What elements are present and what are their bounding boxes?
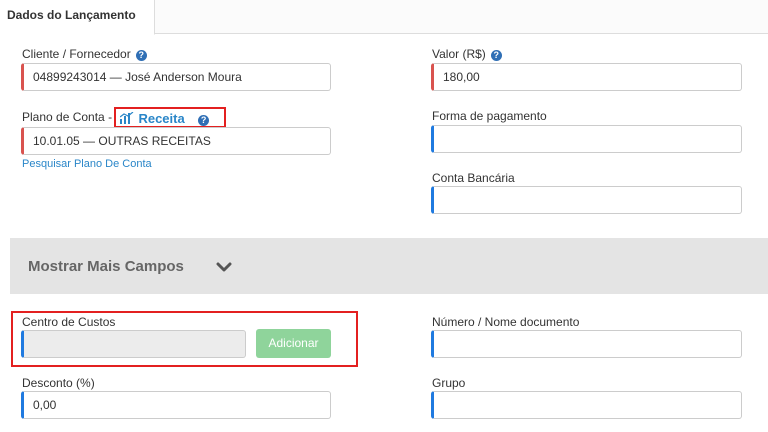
plano-label-text: Plano de Conta - bbox=[22, 110, 113, 124]
grupo-select[interactable] bbox=[431, 391, 742, 419]
centro-custos-label: Centro de Custos bbox=[22, 315, 116, 329]
plano-label: Plano de Conta - bbox=[22, 110, 112, 124]
cliente-label: Cliente / Fornecedor? bbox=[22, 47, 147, 61]
pesquisar-plano-link[interactable]: Pesquisar Plano De Conta bbox=[22, 158, 152, 170]
help-icon[interactable]: ? bbox=[198, 115, 210, 126]
valor-label-text: Valor (R$) bbox=[432, 47, 486, 61]
plano-input[interactable]: 10.01.05 — OUTRAS RECEITAS bbox=[21, 127, 331, 155]
mostrar-mais-campos-label: Mostrar Mais Campos bbox=[28, 258, 184, 275]
numero-documento-input[interactable] bbox=[431, 330, 742, 358]
receita-tag: Receita ? bbox=[119, 110, 210, 128]
forma-pagamento-label: Forma de pagamento bbox=[432, 109, 547, 123]
desconto-label: Desconto (%) bbox=[22, 376, 95, 390]
help-icon[interactable]: ? bbox=[135, 50, 147, 61]
cliente-input[interactable]: 04899243014 — José Anderson Moura bbox=[21, 63, 331, 91]
grupo-label: Grupo bbox=[432, 376, 466, 390]
cliente-label-text: Cliente / Fornecedor bbox=[22, 47, 131, 61]
centro-custos-input[interactable] bbox=[21, 330, 246, 358]
tab-dados-lancamento[interactable]: Dados do Lançamento bbox=[0, 0, 155, 35]
receita-type-label: Receita bbox=[138, 111, 185, 126]
conta-bancaria-label: Conta Bancária bbox=[432, 171, 515, 185]
help-icon[interactable]: ? bbox=[490, 50, 502, 61]
valor-input[interactable]: 180,00 bbox=[431, 63, 742, 91]
chevron-down-icon bbox=[216, 262, 232, 272]
chart-bars-icon bbox=[119, 111, 134, 124]
desconto-input[interactable]: 0,00 bbox=[21, 391, 331, 419]
conta-bancaria-select[interactable] bbox=[431, 186, 742, 214]
valor-label: Valor (R$)? bbox=[432, 47, 502, 61]
forma-pagamento-select[interactable] bbox=[431, 125, 742, 153]
numero-documento-label: Número / Nome documento bbox=[432, 315, 580, 329]
adicionar-button[interactable]: Adicionar bbox=[256, 329, 331, 358]
mostrar-mais-campos-button[interactable]: Mostrar Mais Campos bbox=[10, 238, 768, 294]
